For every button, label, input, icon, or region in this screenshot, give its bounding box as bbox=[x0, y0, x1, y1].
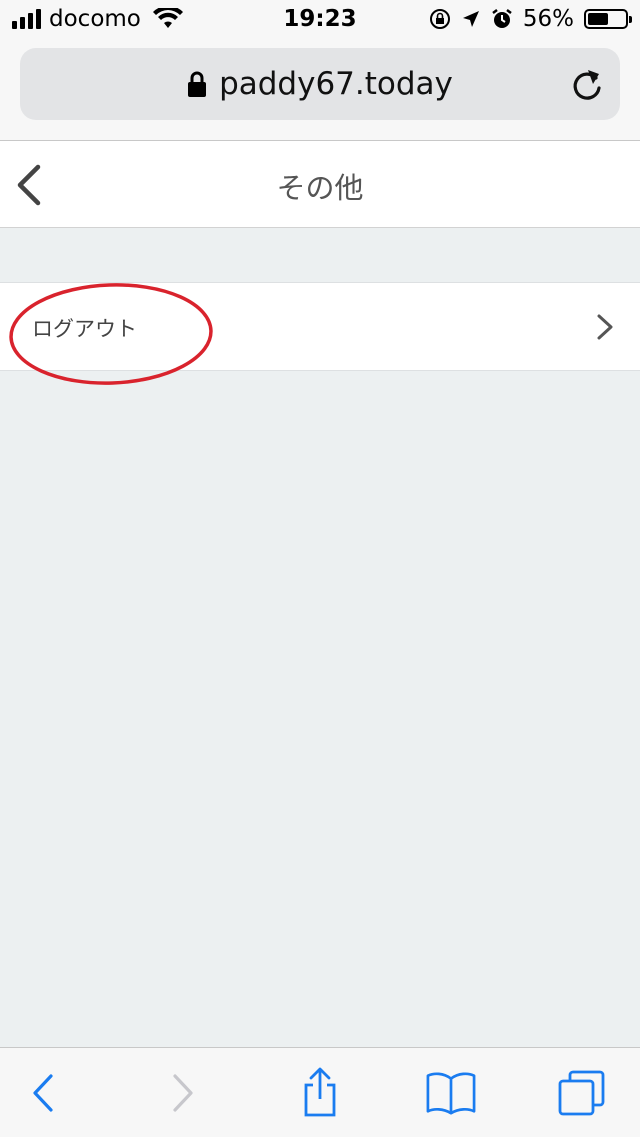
bottom-toolbar bbox=[0, 1047, 640, 1137]
lock-icon bbox=[188, 71, 207, 97]
status-bar: docomo 19:23 56% bbox=[0, 0, 640, 42]
tabs-button[interactable] bbox=[557, 1068, 607, 1118]
battery-percent: 56% bbox=[522, 6, 574, 32]
bookmarks-button[interactable] bbox=[426, 1068, 476, 1118]
reload-button[interactable] bbox=[570, 66, 604, 106]
forward-arrow-icon bbox=[173, 1074, 193, 1112]
chevron-right-icon bbox=[597, 314, 613, 340]
location-icon bbox=[462, 11, 479, 27]
menu-item-logout[interactable]: ログアウト bbox=[0, 282, 640, 371]
book-icon bbox=[426, 1072, 476, 1115]
page-title: その他 bbox=[276, 171, 364, 205]
page-header: その他 bbox=[0, 141, 640, 228]
url-text: paddy67.today bbox=[219, 66, 453, 102]
menu-item-label: ログアウト bbox=[32, 317, 137, 341]
back-arrow-icon bbox=[33, 1074, 53, 1112]
status-right: 56% bbox=[429, 6, 632, 32]
url-display[interactable]: paddy67.today bbox=[20, 66, 620, 102]
nav-forward-button[interactable] bbox=[158, 1068, 208, 1118]
battery-fill bbox=[588, 13, 609, 25]
reload-icon bbox=[573, 70, 601, 100]
tabs-icon bbox=[558, 1070, 605, 1116]
share-button[interactable] bbox=[295, 1067, 345, 1118]
alarm-icon bbox=[492, 9, 512, 28]
orientation-lock-icon bbox=[429, 9, 450, 29]
nav-back-button[interactable] bbox=[18, 1068, 68, 1118]
share-icon bbox=[304, 1067, 336, 1117]
battery-icon bbox=[584, 9, 632, 29]
address-bar[interactable]: paddy67.today bbox=[20, 48, 620, 120]
browser-chrome: docomo 19:23 56% paddy67.today bbox=[0, 0, 640, 141]
